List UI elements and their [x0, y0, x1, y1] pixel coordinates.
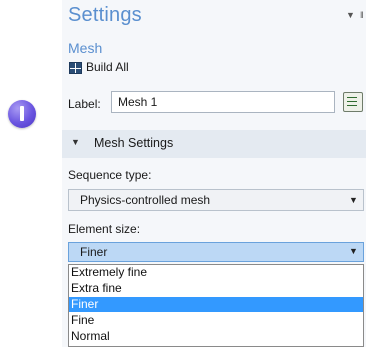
element-size-value: Finer	[80, 245, 108, 259]
label-field-label: Label:	[68, 97, 101, 111]
left-gutter	[0, 0, 62, 347]
dropdown-option[interactable]: Normal	[69, 329, 363, 344]
element-size-label: Element size:	[68, 222, 141, 236]
chevron-down-icon[interactable]: ▼	[349, 195, 358, 205]
rename-icon	[347, 97, 357, 106]
panel-subtitle: Mesh	[68, 40, 103, 56]
build-all-icon[interactable]	[69, 62, 82, 74]
build-all-button[interactable]: Build All	[86, 60, 129, 74]
panel-title: Settings	[68, 4, 142, 26]
section-title: Mesh Settings	[94, 136, 174, 150]
pin-icon[interactable]: ▼	[346, 10, 355, 20]
chevron-down-icon[interactable]: ▼	[349, 246, 358, 256]
sequence-type-value: Physics-controlled mesh	[80, 193, 211, 207]
dropdown-option[interactable]: Fine	[69, 313, 363, 328]
panel-menu-icon[interactable]: ‖	[360, 10, 364, 20]
triangle-down-icon[interactable]: ▼	[71, 137, 80, 147]
dropdown-option[interactable]: Extremely fine	[69, 265, 363, 280]
sequence-type-label: Sequence type:	[68, 168, 152, 182]
dropdown-option-selected[interactable]: Finer	[69, 297, 363, 312]
info-badge-mark	[20, 106, 24, 121]
dropdown-option[interactable]: Extra fine	[69, 281, 363, 296]
element-size-select[interactable]	[68, 242, 364, 262]
label-input[interactable]: Mesh 1	[111, 91, 335, 113]
